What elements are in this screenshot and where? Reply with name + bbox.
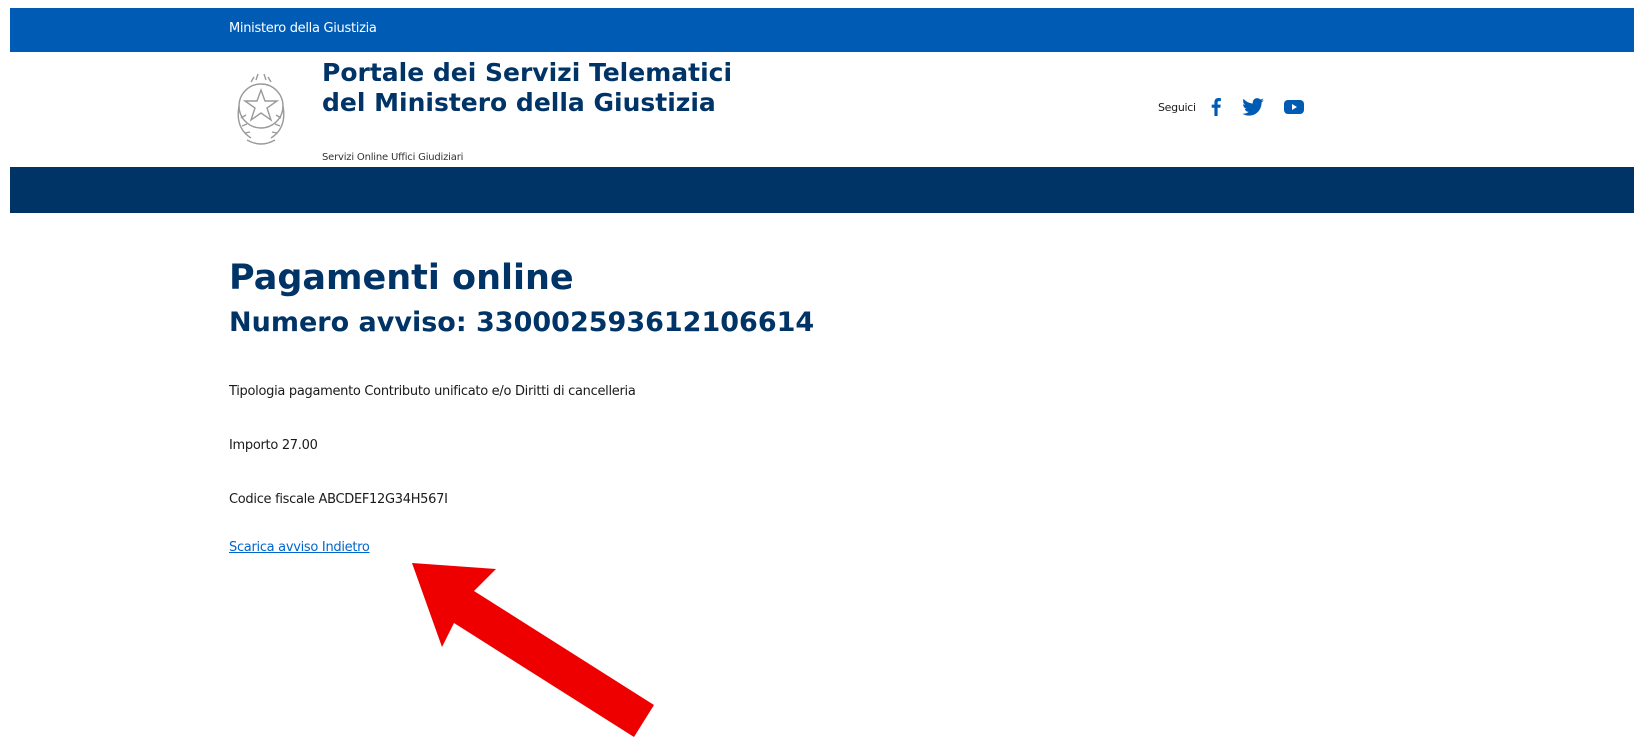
portal-title: Portale dei Servizi Telematici del Minis…: [322, 58, 733, 117]
main-content: Pagamenti online Numero avviso: 33000259…: [229, 255, 1129, 555]
top-bar: Ministero della Giustizia: [10, 8, 1634, 52]
red-arrow-icon: [412, 563, 654, 737]
twitter-icon[interactable]: [1241, 98, 1264, 116]
social-links: Seguici: [1158, 92, 1324, 122]
notice-number-heading: Numero avviso: 330002593612106614: [229, 307, 815, 338]
payment-type-text: Tipologia pagamento Contributo unificato…: [229, 384, 636, 399]
page-title: Pagamenti online: [229, 258, 574, 298]
site-header: Portale dei Servizi Telematici del Minis…: [10, 52, 1634, 167]
youtube-icon[interactable]: [1283, 100, 1304, 114]
republic-emblem-icon[interactable]: [229, 66, 293, 156]
ministry-label[interactable]: Ministero della Giustizia: [229, 21, 377, 36]
facebook-icon[interactable]: [1210, 98, 1222, 116]
download-notice-link[interactable]: Scarica avviso: [229, 540, 318, 555]
action-links: Scarica avviso Indietro: [229, 540, 370, 555]
tax-code-text: Codice fiscale ABCDEF12G34H567I: [229, 492, 448, 507]
follow-label: Seguici: [1158, 100, 1196, 114]
portal-subtitle: Servizi Online Uffici Giudiziari: [322, 152, 464, 163]
back-link[interactable]: Indietro: [322, 540, 370, 555]
navigation-bar: [10, 167, 1634, 213]
amount-text: Importo 27.00: [229, 438, 318, 453]
